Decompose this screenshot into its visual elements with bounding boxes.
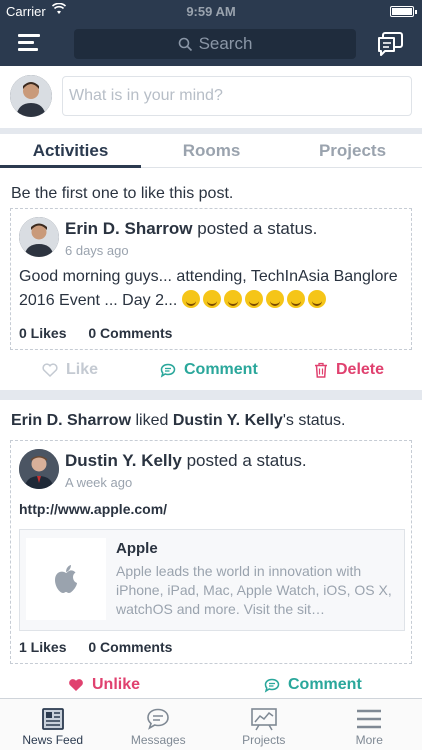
comments-count[interactable]: 0 Comments	[88, 639, 172, 655]
unlike-button[interactable]: Unlike	[68, 669, 140, 701]
comment-icon	[160, 363, 176, 378]
comment-label: Comment	[184, 354, 258, 386]
smiley-icon	[182, 290, 200, 308]
headline-verb: liked	[135, 412, 168, 429]
post-timestamp: A week ago	[65, 475, 132, 490]
menu-line-icon	[18, 48, 38, 51]
headline-actor[interactable]: Erin D. Sharrow	[11, 412, 131, 429]
post-actions: Unlike Comment	[0, 669, 422, 701]
navbar: Search	[0, 22, 422, 66]
menu-button[interactable]	[18, 34, 42, 54]
post-author: Erin D. Sharrow posted a status.	[65, 219, 317, 239]
chart-board-icon	[251, 707, 277, 731]
feed-tabs: Activities Rooms Projects	[0, 134, 422, 168]
smiley-icon	[266, 290, 284, 308]
divider	[0, 390, 422, 400]
tab-projects[interactable]: Projects	[211, 699, 317, 751]
link-preview-card[interactable]: Apple Apple leads the world in innovatio…	[19, 529, 405, 631]
smiley-icon	[245, 290, 263, 308]
link-title: Apple	[116, 540, 158, 557]
author-name[interactable]: Erin D. Sharrow	[65, 219, 193, 238]
author-avatar[interactable]	[19, 449, 59, 489]
status-composer	[0, 66, 422, 128]
menu-line-icon	[18, 41, 34, 44]
link-description: Apple leads the world in innovation with…	[116, 562, 400, 619]
comment-label: Comment	[288, 669, 362, 701]
heart-outline-icon	[42, 363, 58, 377]
comments-count[interactable]: 0 Comments	[88, 325, 172, 341]
post-timestamp: 6 days ago	[65, 243, 129, 258]
status-bar: Carrier 9:59 AM	[0, 0, 422, 22]
apple-logo-icon	[53, 564, 79, 594]
post-card: Dustin Y. Kelly posted a status. A week …	[10, 440, 412, 664]
delete-label: Delete	[336, 354, 384, 386]
headline-suffix: 's status.	[283, 412, 346, 429]
tab-more[interactable]: More	[317, 699, 422, 751]
status-input[interactable]	[62, 76, 412, 116]
post-counts: 0 Likes 0 Comments	[19, 325, 190, 341]
post-card: Erin D. Sharrow posted a status. 6 days …	[10, 208, 412, 350]
smiley-icon	[308, 290, 326, 308]
link-thumbnail	[26, 538, 106, 620]
chat-button[interactable]	[376, 31, 404, 57]
tab-label: Projects	[242, 733, 285, 747]
comment-icon	[264, 678, 280, 693]
tab-news-feed[interactable]: News Feed	[0, 699, 106, 751]
comment-button[interactable]: Comment	[160, 354, 258, 386]
clock: 9:59 AM	[0, 4, 422, 19]
tab-label: News Feed	[22, 733, 83, 747]
tab-projects[interactable]: Projects	[282, 134, 422, 168]
menu-line-icon	[18, 34, 40, 37]
heart-filled-icon	[68, 678, 84, 692]
newspaper-icon	[41, 707, 65, 731]
tab-label: Messages	[131, 733, 186, 747]
tab-rooms[interactable]: Rooms	[141, 134, 282, 168]
delete-button[interactable]: Delete	[314, 354, 384, 386]
post-link[interactable]: http://www.apple.com/	[19, 497, 167, 521]
tab-label: More	[356, 733, 383, 747]
post-author: Dustin Y. Kelly posted a status.	[65, 451, 307, 471]
search-input[interactable]: Search	[74, 29, 356, 59]
like-label: Like	[66, 354, 98, 386]
post-action-text: posted a status.	[187, 451, 307, 470]
smiley-icon	[203, 290, 221, 308]
tab-activities[interactable]: Activities	[0, 134, 141, 168]
unlike-label: Unlike	[92, 669, 140, 701]
tab-messages[interactable]: Messages	[106, 699, 212, 751]
search-icon	[178, 37, 193, 52]
likes-count[interactable]: 0 Likes	[19, 325, 66, 341]
post-counts: 1 Likes 0 Comments	[19, 639, 190, 655]
hamburger-icon	[356, 707, 382, 731]
post-headline: Erin D. Sharrow liked Dustin Y. Kelly's …	[11, 412, 345, 430]
search-placeholder: Search	[199, 34, 253, 54]
chat-icon	[376, 31, 404, 57]
likes-count[interactable]: 1 Likes	[19, 639, 66, 655]
author-avatar[interactable]	[19, 217, 59, 257]
smiley-icon	[287, 290, 305, 308]
post-body: Good morning guys... attending, TechInAs…	[19, 265, 403, 313]
like-button[interactable]: Like	[42, 354, 98, 386]
chat-bubble-icon	[146, 707, 170, 731]
post-action-text: posted a status.	[197, 219, 317, 238]
trash-icon	[314, 362, 328, 378]
bottom-tab-bar: News Feed Messages Projects More	[0, 698, 422, 750]
emoji-row	[182, 292, 329, 309]
post-headline: Be the first one to like this post.	[11, 185, 233, 203]
comment-button[interactable]: Comment	[264, 669, 362, 701]
smiley-icon	[224, 290, 242, 308]
author-name[interactable]: Dustin Y. Kelly	[65, 451, 182, 470]
user-avatar[interactable]	[10, 75, 52, 117]
post-actions: Like Comment Delete	[0, 354, 422, 386]
battery-icon	[390, 6, 414, 17]
headline-target[interactable]: Dustin Y. Kelly	[173, 412, 283, 429]
